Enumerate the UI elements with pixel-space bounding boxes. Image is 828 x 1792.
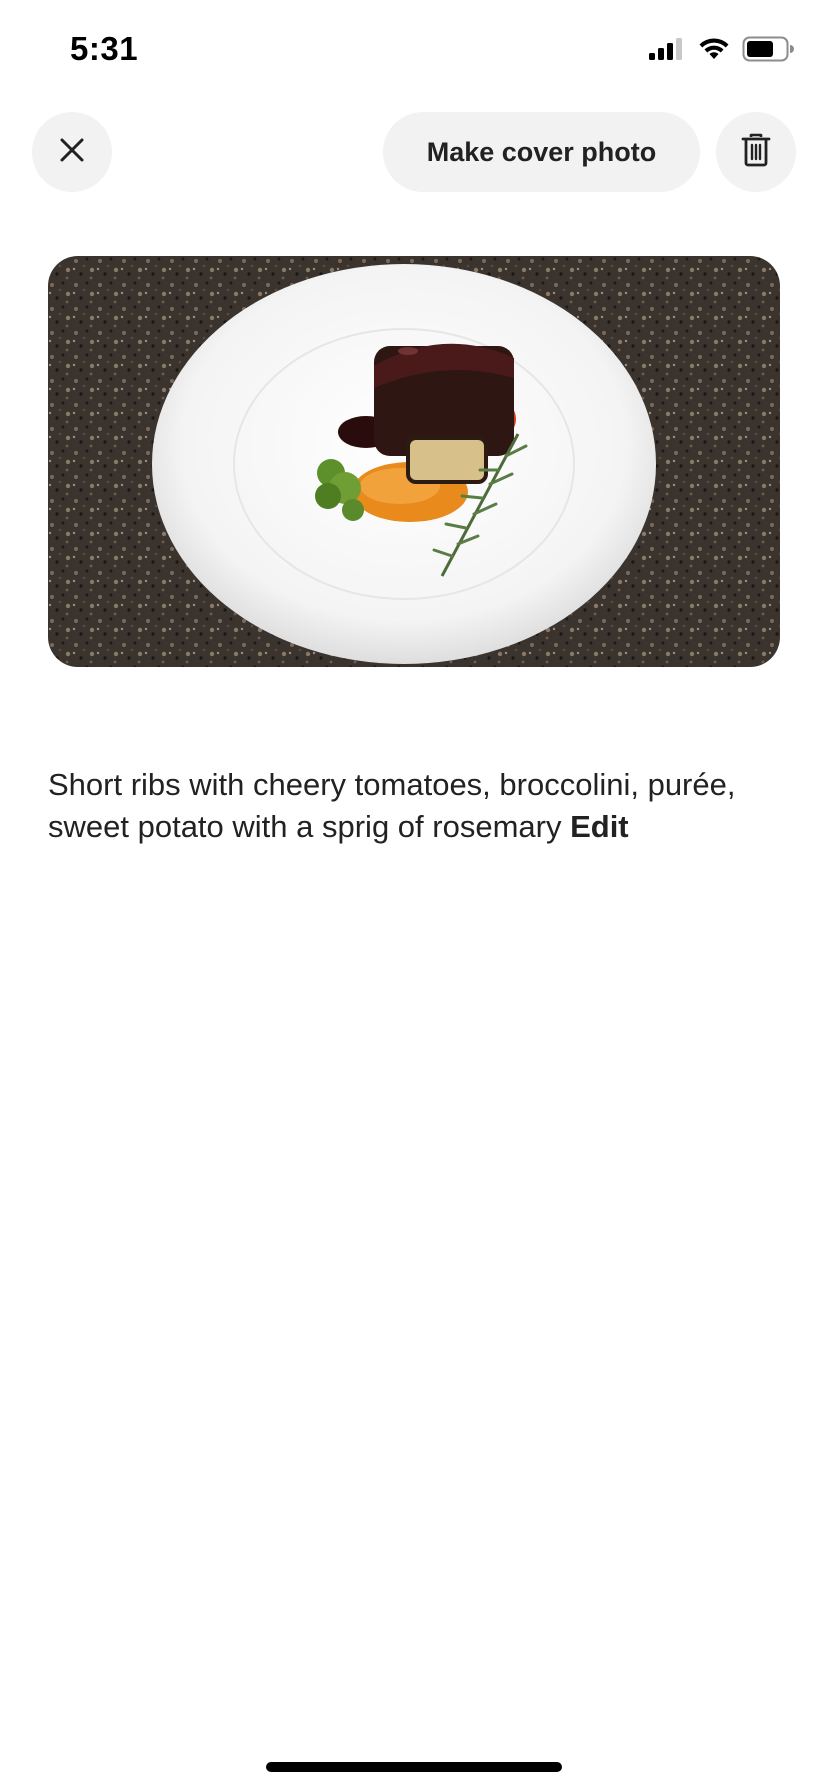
edit-caption-link[interactable]: Edit bbox=[570, 809, 629, 844]
battery-icon bbox=[742, 36, 794, 67]
status-icons bbox=[648, 36, 794, 67]
home-indicator[interactable] bbox=[266, 1762, 562, 1772]
close-button[interactable] bbox=[32, 112, 112, 192]
delete-button[interactable] bbox=[716, 112, 796, 192]
caption-text: Short ribs with cheery tomatoes, broccol… bbox=[48, 767, 736, 844]
close-icon bbox=[58, 136, 86, 169]
status-time: 5:31 bbox=[70, 30, 139, 67]
wifi-icon bbox=[698, 37, 730, 66]
photo-caption: Short ribs with cheery tomatoes, broccol… bbox=[48, 764, 788, 848]
make-cover-photo-button[interactable]: Make cover photo bbox=[383, 112, 700, 192]
status-bar: 5:31 bbox=[0, 0, 828, 100]
cellular-signal-icon bbox=[648, 37, 686, 66]
trash-icon bbox=[741, 133, 771, 172]
dish-photo bbox=[48, 256, 780, 667]
